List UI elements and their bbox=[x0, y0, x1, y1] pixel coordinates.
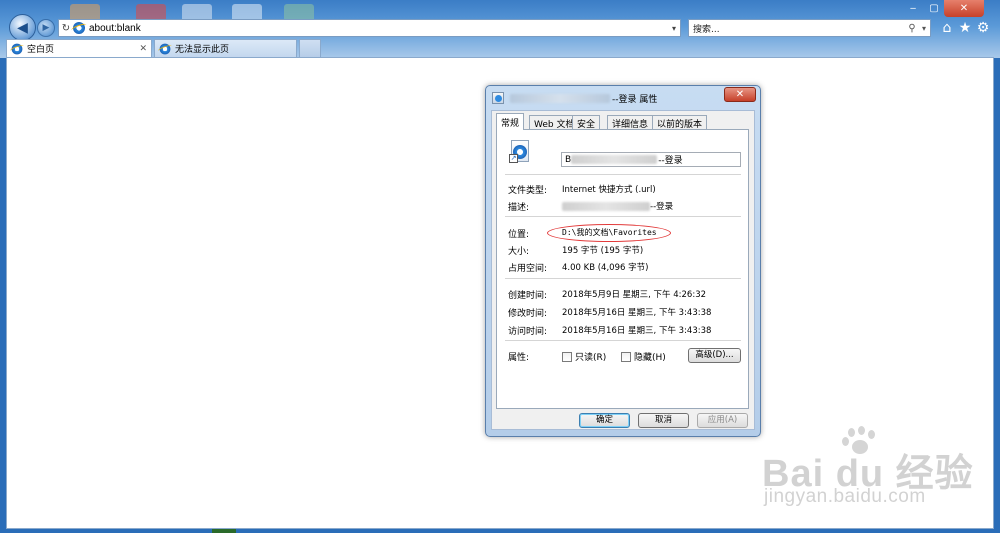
maximize-button[interactable]: ▢ bbox=[924, 0, 944, 17]
tab-label: 空白页 bbox=[27, 45, 55, 55]
browser-chrome: ‒ ▢ ✕ ◀ ▶ ↻ about:blank ▾ 搜索... ⚲ ▾ ⌂ ★ … bbox=[0, 0, 1000, 58]
attributes-label: 属性: bbox=[508, 353, 530, 363]
ie-page-icon bbox=[73, 22, 85, 34]
redacted-name bbox=[571, 155, 658, 164]
apply-button[interactable]: 应用(A) bbox=[697, 413, 748, 428]
chevron-down-icon[interactable]: ▾ bbox=[668, 24, 680, 33]
dialog-title: --登录 属性 bbox=[612, 94, 658, 105]
size-value: 195 字节 (195 字节) bbox=[562, 246, 644, 256]
location-label: 位置: bbox=[508, 230, 530, 240]
back-button[interactable]: ◀ bbox=[9, 14, 36, 41]
tab-cannot-display[interactable]: 无法显示此页 bbox=[154, 39, 297, 57]
file-name-field[interactable]: B --登录 bbox=[561, 152, 741, 167]
checkbox-square[interactable] bbox=[621, 351, 631, 362]
search-input[interactable]: 搜索... bbox=[693, 22, 906, 35]
checkbox-square[interactable] bbox=[562, 351, 572, 362]
chevron-down-icon[interactable]: ▾ bbox=[918, 24, 930, 33]
disk-size-value: 4.00 KB (4,096 字节) bbox=[562, 263, 649, 273]
tab-security[interactable]: 安全 bbox=[572, 115, 601, 130]
tab-details[interactable]: 详细信息 bbox=[607, 115, 654, 130]
close-window-button[interactable]: ✕ bbox=[944, 0, 984, 17]
tab-blank-page[interactable]: 空白页 ✕ bbox=[6, 39, 152, 57]
favorites-star-icon[interactable]: ★ bbox=[957, 20, 973, 36]
description-value: --登录 bbox=[562, 200, 673, 212]
separator bbox=[505, 340, 741, 341]
dialog-close-button[interactable]: ✕ bbox=[724, 87, 756, 102]
dialog-body: 常规 Web 文档 安全 详细信息 以前的版本 ↗ B --登录 文件类型: I… bbox=[491, 110, 755, 430]
type-label: 文件类型: bbox=[508, 186, 548, 196]
arrow-right-icon: ▶ bbox=[42, 23, 50, 33]
shortcut-icon bbox=[492, 92, 504, 104]
search-icon[interactable]: ⚲ bbox=[906, 23, 918, 34]
accessed-value: 2018年5月16日 星期三, 下午 3:43:38 bbox=[562, 326, 712, 336]
tab-general[interactable]: 常规 bbox=[496, 113, 525, 130]
separator bbox=[505, 174, 741, 175]
arrow-left-icon: ◀ bbox=[17, 19, 28, 36]
separator bbox=[505, 278, 741, 279]
minimize-button[interactable]: ‒ bbox=[902, 0, 924, 17]
general-panel: ↗ B --登录 文件类型: Internet 快捷方式 (.url) 描述: … bbox=[496, 129, 749, 409]
forward-button[interactable]: ▶ bbox=[37, 19, 55, 37]
redacted-title bbox=[510, 93, 610, 103]
address-bar[interactable]: ↻ about:blank ▾ bbox=[58, 19, 681, 37]
watermark-url: jingyan.baidu.com bbox=[764, 486, 926, 507]
gear-icon[interactable]: ⚙ bbox=[975, 20, 991, 36]
hidden-checkbox[interactable]: 隐藏(H) bbox=[621, 350, 666, 363]
internet-shortcut-icon: ↗ bbox=[509, 140, 531, 164]
separator bbox=[505, 216, 741, 217]
ok-button[interactable]: 确定 bbox=[579, 413, 630, 428]
created-label: 创建时间: bbox=[508, 291, 548, 301]
baidu-watermark: Bai du 经验 jingyan.baidu.com bbox=[762, 426, 992, 518]
modified-label: 修改时间: bbox=[508, 309, 548, 319]
close-icon[interactable]: ✕ bbox=[139, 44, 147, 54]
taskbar-fragment bbox=[212, 529, 236, 533]
tab-label: 无法显示此页 bbox=[175, 45, 230, 55]
address-input[interactable]: about:blank bbox=[89, 23, 668, 34]
location-value: D:\我的文档\Favorites bbox=[562, 228, 657, 237]
tab-previous-versions[interactable]: 以前的版本 bbox=[652, 115, 708, 130]
properties-dialog: --登录 属性 ✕ 常规 Web 文档 安全 详细信息 以前的版本 ↗ B --… bbox=[485, 85, 761, 437]
ie-page-icon bbox=[11, 43, 23, 54]
accessed-label: 访问时间: bbox=[508, 327, 548, 337]
search-box[interactable]: 搜索... ⚲ ▾ bbox=[688, 19, 931, 37]
readonly-checkbox[interactable]: 只读(R) bbox=[562, 350, 606, 363]
redacted-description bbox=[562, 202, 650, 211]
new-tab-button[interactable] bbox=[299, 39, 321, 57]
type-value: Internet 快捷方式 (.url) bbox=[562, 185, 656, 195]
dialog-title-bar[interactable]: --登录 属性 bbox=[492, 90, 722, 106]
size-label: 大小: bbox=[508, 247, 530, 257]
ie-page-icon bbox=[159, 43, 171, 54]
created-value: 2018年5月9日 星期三, 下午 4:26:32 bbox=[562, 290, 707, 300]
cancel-button[interactable]: 取消 bbox=[638, 413, 689, 428]
modified-value: 2018年5月16日 星期三, 下午 3:43:38 bbox=[562, 308, 712, 318]
advanced-button[interactable]: 高级(D)... bbox=[688, 348, 741, 363]
disk-size-label: 占用空间: bbox=[508, 264, 548, 274]
description-label: 描述: bbox=[508, 203, 530, 213]
home-icon[interactable]: ⌂ bbox=[939, 20, 955, 36]
